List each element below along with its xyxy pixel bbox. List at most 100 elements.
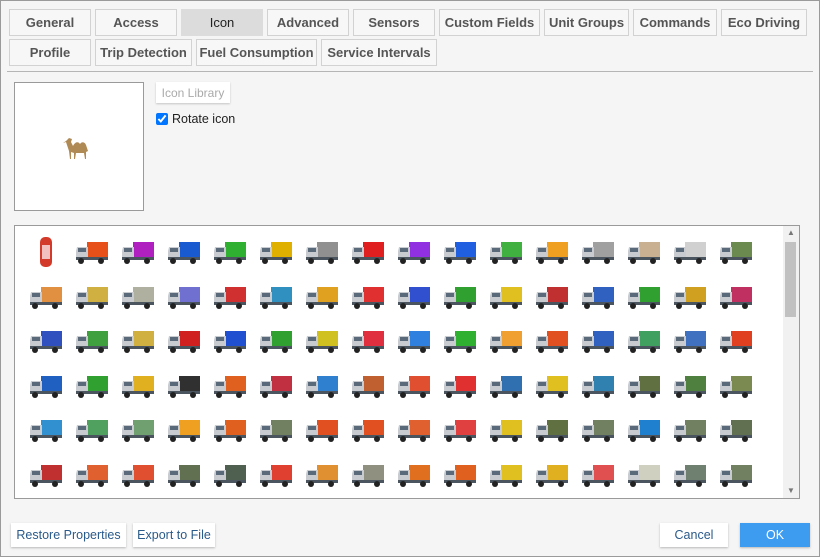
icon-option[interactable] (23, 408, 69, 453)
icon-option[interactable] (253, 408, 299, 453)
cancel-button[interactable]: Cancel (660, 523, 728, 547)
icon-option[interactable] (621, 408, 667, 453)
tab-service-intervals[interactable]: Service Intervals (321, 39, 437, 66)
icon-option[interactable] (115, 275, 161, 320)
icon-option[interactable] (529, 408, 575, 453)
icon-option[interactable] (207, 408, 253, 453)
tab-commands[interactable]: Commands (633, 9, 717, 36)
tab-sensors[interactable]: Sensors (353, 9, 435, 36)
icon-option[interactable] (713, 364, 759, 409)
tab-fuel-consumption[interactable]: Fuel Consumption (196, 39, 317, 66)
icon-option[interactable] (161, 230, 207, 275)
icon-option[interactable] (667, 364, 713, 409)
icon-option[interactable] (437, 453, 483, 498)
icon-option[interactable] (207, 364, 253, 409)
tab-icon[interactable]: Icon (181, 9, 263, 36)
icon-option[interactable] (69, 230, 115, 275)
icon-option[interactable] (69, 319, 115, 364)
icon-option[interactable] (345, 319, 391, 364)
icon-option[interactable] (69, 275, 115, 320)
icon-option[interactable] (253, 319, 299, 364)
icon-option[interactable] (483, 230, 529, 275)
icon-option[interactable] (161, 453, 207, 498)
icon-option[interactable] (713, 408, 759, 453)
icon-option[interactable] (23, 230, 69, 275)
icon-option[interactable] (115, 453, 161, 498)
icon-option[interactable] (161, 319, 207, 364)
icon-option[interactable] (667, 230, 713, 275)
scrollbar[interactable]: ▲ ▼ (783, 226, 799, 498)
icon-option[interactable] (667, 453, 713, 498)
scroll-down-icon[interactable]: ▼ (783, 484, 799, 498)
tab-access[interactable]: Access (95, 9, 177, 36)
icon-option[interactable] (529, 453, 575, 498)
tab-general[interactable]: General (9, 9, 91, 36)
icon-option[interactable] (253, 230, 299, 275)
restore-properties-button[interactable]: Restore Properties (11, 523, 126, 547)
icon-option[interactable] (575, 230, 621, 275)
icon-option[interactable] (391, 275, 437, 320)
icon-option[interactable] (713, 275, 759, 320)
icon-option[interactable] (23, 319, 69, 364)
icon-option[interactable] (667, 275, 713, 320)
icon-option[interactable] (345, 275, 391, 320)
rotate-icon-checkbox[interactable]: Rotate icon (156, 112, 235, 126)
icon-option[interactable] (575, 453, 621, 498)
icon-option[interactable] (69, 364, 115, 409)
icon-option[interactable] (437, 230, 483, 275)
icon-option[interactable] (437, 319, 483, 364)
tab-eco-driving[interactable]: Eco Driving (721, 9, 807, 36)
tab-unit-groups[interactable]: Unit Groups (544, 9, 629, 36)
icon-option[interactable] (161, 364, 207, 409)
icon-option[interactable] (207, 453, 253, 498)
icon-option[interactable] (483, 408, 529, 453)
icon-option[interactable] (391, 364, 437, 409)
tab-advanced[interactable]: Advanced (267, 9, 349, 36)
icon-option[interactable] (207, 275, 253, 320)
icon-option[interactable] (345, 453, 391, 498)
export-to-file-button[interactable]: Export to File (133, 523, 215, 547)
icon-library-button[interactable]: Icon Library (156, 82, 230, 103)
icon-option[interactable] (115, 319, 161, 364)
icon-option[interactable] (667, 408, 713, 453)
ok-button[interactable]: OK (740, 523, 810, 547)
tab-trip-detection[interactable]: Trip Detection (95, 39, 192, 66)
icon-option[interactable] (621, 275, 667, 320)
icon-option[interactable] (713, 453, 759, 498)
icon-option[interactable] (345, 230, 391, 275)
icon-option[interactable] (437, 275, 483, 320)
rotate-icon-check[interactable] (156, 113, 168, 125)
tab-profile[interactable]: Profile (9, 39, 91, 66)
icon-option[interactable] (207, 319, 253, 364)
icon-option[interactable] (483, 453, 529, 498)
icon-option[interactable] (713, 230, 759, 275)
icon-option[interactable] (621, 319, 667, 364)
icon-option[interactable] (713, 319, 759, 364)
icon-option[interactable] (345, 364, 391, 409)
icon-option[interactable] (161, 275, 207, 320)
icon-option[interactable] (69, 453, 115, 498)
scroll-up-icon[interactable]: ▲ (783, 226, 799, 240)
icon-option[interactable] (207, 230, 253, 275)
icon-option[interactable] (299, 453, 345, 498)
icon-option[interactable] (575, 364, 621, 409)
icon-option[interactable] (115, 230, 161, 275)
icon-option[interactable] (299, 364, 345, 409)
icon-option[interactable] (529, 275, 575, 320)
icon-option[interactable] (23, 364, 69, 409)
icon-option[interactable] (299, 408, 345, 453)
tab-custom-fields[interactable]: Custom Fields (439, 9, 540, 36)
icon-option[interactable] (483, 364, 529, 409)
icon-option[interactable] (299, 319, 345, 364)
icon-option[interactable] (437, 364, 483, 409)
icon-option[interactable] (621, 230, 667, 275)
icon-option[interactable] (391, 408, 437, 453)
icon-option[interactable] (621, 364, 667, 409)
icon-option[interactable] (253, 453, 299, 498)
icon-option[interactable] (483, 319, 529, 364)
icon-option[interactable] (115, 408, 161, 453)
icon-option[interactable] (575, 408, 621, 453)
icon-option[interactable] (575, 275, 621, 320)
icon-option[interactable] (575, 319, 621, 364)
icon-option[interactable] (621, 453, 667, 498)
